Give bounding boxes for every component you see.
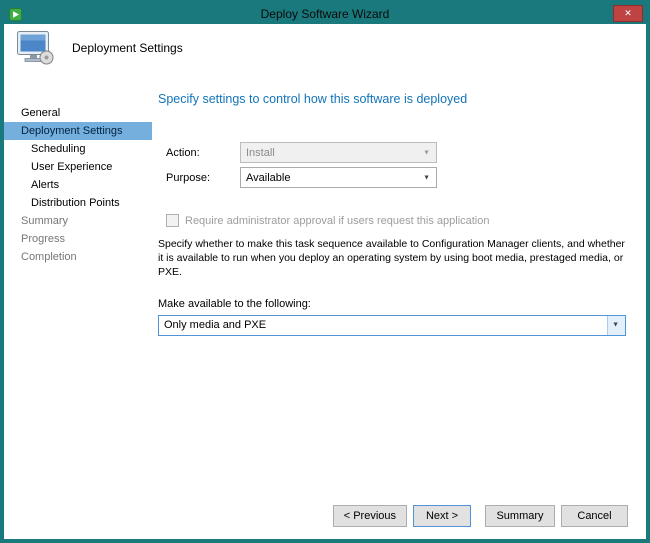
dropdown-arrow-icon: ▼ xyxy=(612,322,619,329)
make-available-value: Only media and PXE xyxy=(164,319,266,331)
close-icon: ✕ xyxy=(624,9,632,18)
sidebar-item-alerts[interactable]: Alerts xyxy=(4,176,152,194)
make-available-label: Make available to the following: xyxy=(158,298,626,310)
dropdown-arrow-icon: ▼ xyxy=(423,149,430,156)
approval-checkbox-label: Require administrator approval if users … xyxy=(185,215,490,227)
header-title: Deployment Settings xyxy=(72,41,183,55)
sidebar-item-user-experience[interactable]: User Experience xyxy=(4,158,152,176)
action-row: Action: Install ▼ xyxy=(166,142,626,163)
dropdown-arrow-icon: ▼ xyxy=(423,174,430,181)
purpose-value: Available xyxy=(246,172,290,184)
cancel-button[interactable]: Cancel xyxy=(561,505,628,527)
deploy-software-wizard-window: Deploy Software Wizard ✕ Deployment Sett… xyxy=(0,0,650,543)
next-button[interactable]: Next > xyxy=(413,505,471,527)
task-sequence-description: Specify whether to make this task sequen… xyxy=(158,237,626,280)
summary-button[interactable]: Summary xyxy=(485,505,555,527)
wizard-icon xyxy=(9,8,22,21)
title-bar: Deploy Software Wizard ✕ xyxy=(4,4,646,24)
sidebar-item-summary: Summary xyxy=(4,212,152,230)
purpose-label: Purpose: xyxy=(166,172,240,184)
sidebar-item-general[interactable]: General xyxy=(4,104,152,122)
previous-button[interactable]: < Previous xyxy=(333,505,407,527)
wizard-body: General Deployment Settings Scheduling U… xyxy=(4,72,646,539)
action-label: Action: xyxy=(166,147,240,159)
wizard-content: Specify settings to control how this sof… xyxy=(152,72,646,539)
wizard-header: Deployment Settings xyxy=(4,24,646,72)
sidebar-item-progress: Progress xyxy=(4,230,152,248)
sidebar-item-distribution-points[interactable]: Distribution Points xyxy=(4,194,152,212)
close-button[interactable]: ✕ xyxy=(613,5,643,22)
approval-checkbox xyxy=(166,214,179,227)
make-available-select[interactable]: Only media and PXE ▼ xyxy=(158,315,626,336)
window-title: Deploy Software Wizard xyxy=(4,4,646,24)
action-select: Install ▼ xyxy=(240,142,437,163)
purpose-select[interactable]: Available ▼ xyxy=(240,167,437,188)
page-title: Specify settings to control how this sof… xyxy=(158,92,626,106)
sidebar-item-deployment-settings[interactable]: Deployment Settings xyxy=(4,122,152,140)
wizard-footer: < Previous Next > Summary Cancel xyxy=(333,505,628,527)
approval-checkbox-row: Require administrator approval if users … xyxy=(166,214,626,227)
action-value: Install xyxy=(246,147,275,159)
wizard-steps-sidebar: General Deployment Settings Scheduling U… xyxy=(4,72,152,539)
sidebar-item-scheduling[interactable]: Scheduling xyxy=(4,140,152,158)
purpose-row: Purpose: Available ▼ xyxy=(166,167,626,188)
settings-form: Action: Install ▼ Purpose: Available ▼ xyxy=(166,142,626,188)
deployment-settings-icon xyxy=(16,30,56,66)
sidebar-item-completion: Completion xyxy=(4,248,152,266)
